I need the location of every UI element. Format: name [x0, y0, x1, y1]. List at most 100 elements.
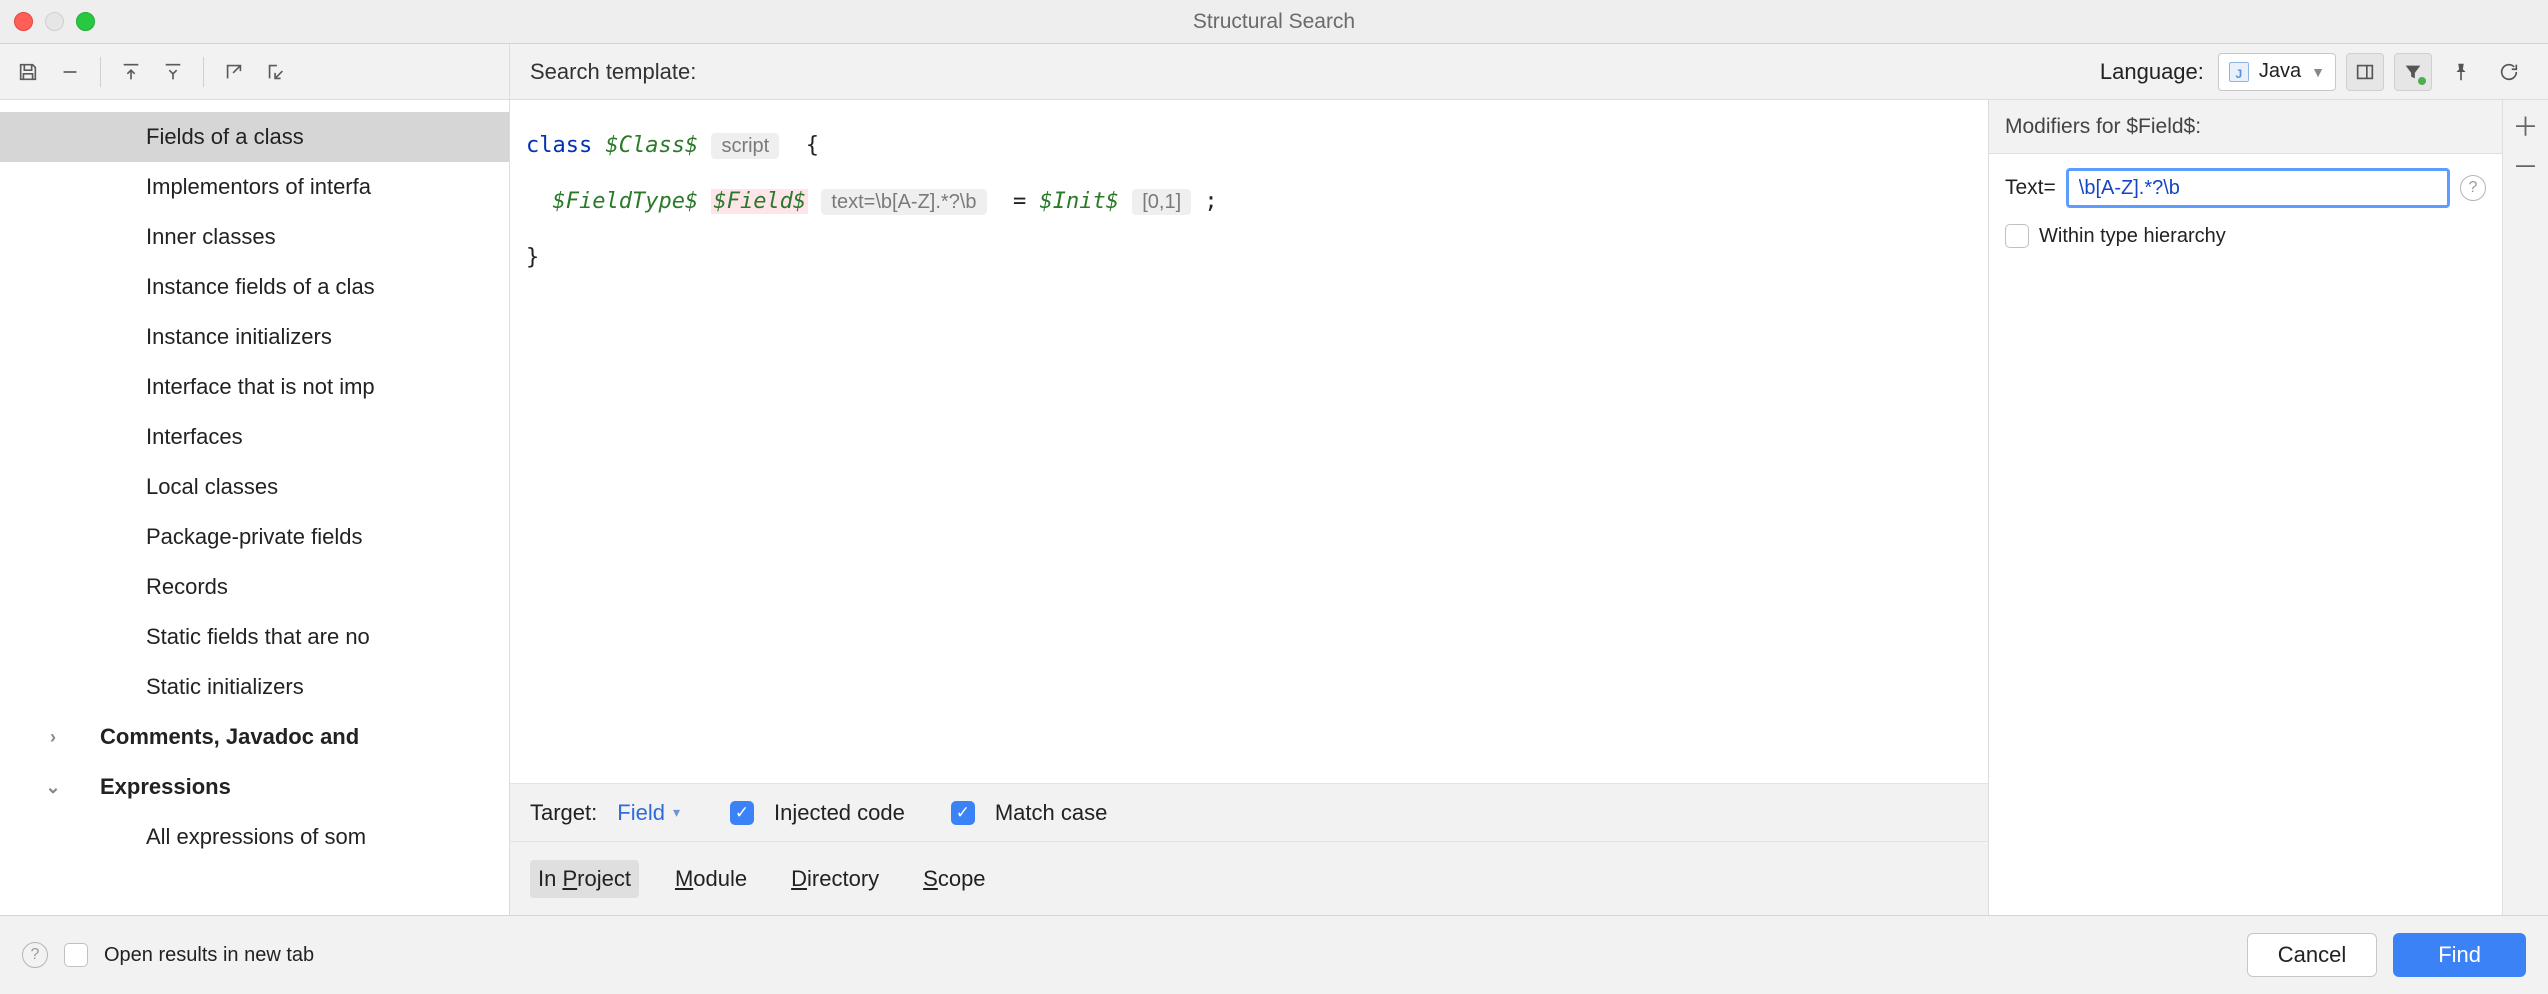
expand-all-icon[interactable]: [113, 54, 149, 90]
tree-category[interactable]: › Comments, Javadoc and: [0, 712, 509, 762]
tree-item-label: Interface that is not imp: [146, 374, 375, 400]
code-eq: =: [1013, 189, 1026, 214]
code-badge-script[interactable]: script: [711, 133, 779, 159]
tree-category[interactable]: ⌄ Expressions: [0, 762, 509, 812]
tree-item-label: Records: [146, 574, 228, 600]
code-var-fieldtype[interactable]: $FieldType$: [553, 189, 699, 214]
modifier-text-label: Text=: [2005, 176, 2056, 200]
tree-item[interactable]: Static initializers: [0, 662, 509, 712]
chevron-down-icon[interactable]: ⌄: [42, 777, 64, 798]
remove-template-icon[interactable]: [52, 54, 88, 90]
export-icon[interactable]: [216, 54, 252, 90]
tree-item-label: Instance fields of a clas: [146, 274, 375, 300]
code-editor[interactable]: class $Class$ script { $FieldType$ $Fiel…: [510, 100, 1988, 783]
search-template-label: Search template:: [530, 59, 696, 85]
chevron-down-icon: ▼: [2311, 64, 2325, 80]
code-brace-open: {: [806, 133, 819, 158]
language-value: Java: [2259, 60, 2301, 83]
save-template-icon[interactable]: [10, 54, 46, 90]
content: Fields of a class Implementors of interfa…: [0, 44, 2548, 916]
code-var-init[interactable]: $Init$: [1040, 189, 1119, 214]
tree-item-label: Interfaces: [146, 424, 243, 450]
within-hierarchy-checkbox[interactable]: [2005, 224, 2029, 248]
target-label: Target:: [530, 800, 597, 826]
filter-icon[interactable]: [2394, 53, 2432, 91]
remove-modifier-button[interactable]: －: [2511, 150, 2541, 180]
tree-item-label: Package-private fields: [146, 524, 362, 550]
code-semi: ;: [1204, 189, 1217, 214]
toolbar-separator: [100, 57, 101, 87]
target-row: Target: Field ▾ Injected code Match case: [510, 783, 1988, 841]
close-window-button[interactable]: [14, 12, 33, 31]
code-var-field[interactable]: $Field$: [711, 189, 808, 214]
window-controls: [14, 12, 95, 31]
collapse-all-icon[interactable]: [155, 54, 191, 90]
tree-item[interactable]: Instance initializers: [0, 312, 509, 362]
open-new-tab-checkbox[interactable]: [64, 943, 88, 967]
find-button[interactable]: Find: [2393, 933, 2526, 977]
code-var-class[interactable]: $Class$: [605, 133, 698, 158]
cancel-button[interactable]: Cancel: [2247, 933, 2377, 977]
tree-item[interactable]: Fields of a class: [0, 112, 509, 162]
refresh-icon[interactable]: [2490, 53, 2528, 91]
footer: ? Open results in new tab Cancel Find: [0, 916, 2548, 994]
templates-tree[interactable]: Fields of a class Implementors of interfa…: [0, 100, 509, 915]
code-keyword: class: [526, 133, 592, 158]
modifiers-side-toolbar: ＋ －: [2502, 100, 2548, 915]
minimize-window-button[interactable]: [45, 12, 64, 31]
language-label: Language:: [2100, 59, 2204, 85]
chevron-down-icon: ▾: [673, 804, 680, 821]
language-select[interactable]: J Java ▼: [2218, 53, 2336, 91]
templates-toolbar: [0, 44, 509, 100]
add-modifier-button[interactable]: ＋: [2511, 110, 2541, 140]
scope-tabs: In Project Module Directory Scope: [510, 841, 1988, 915]
scope-tab[interactable]: Directory: [783, 860, 887, 898]
tree-item-label: All expressions of som: [146, 824, 366, 850]
toolbar-separator: [203, 57, 204, 87]
tree-item-label: Static fields that are no: [146, 624, 370, 650]
scope-tab[interactable]: In Project: [530, 860, 639, 898]
import-icon[interactable]: [258, 54, 294, 90]
match-case-checkbox[interactable]: [951, 801, 975, 825]
tree-item[interactable]: All expressions of som: [0, 812, 509, 862]
match-case-label: Match case: [995, 800, 1108, 826]
tree-item[interactable]: Package-private fields: [0, 512, 509, 562]
tree-item[interactable]: Static fields that are no: [0, 612, 509, 662]
code-brace-close: }: [526, 245, 539, 270]
editor-panel: Search template: Language: J Java ▼: [510, 44, 2548, 915]
titlebar: Structural Search: [0, 0, 2548, 44]
tree-item[interactable]: Instance fields of a clas: [0, 262, 509, 312]
window-title: Structural Search: [1193, 10, 1355, 34]
code-badge-count[interactable]: [0,1]: [1132, 189, 1191, 215]
scope-tab[interactable]: Module: [667, 860, 755, 898]
tree-item[interactable]: Records: [0, 562, 509, 612]
tree-item[interactable]: Inner classes: [0, 212, 509, 262]
modifier-text-input[interactable]: [2066, 168, 2450, 208]
scope-tab[interactable]: Scope: [915, 860, 993, 898]
zoom-window-button[interactable]: [76, 12, 95, 31]
toggle-panel-icon[interactable]: [2346, 53, 2384, 91]
editor-wrap: class $Class$ script { $FieldType$ $Fiel…: [510, 100, 1988, 915]
modifiers-header: Modifiers for $Field$:: [1989, 100, 2502, 154]
injected-code-checkbox[interactable]: [730, 801, 754, 825]
within-hierarchy-label: Within type hierarchy: [2039, 225, 2226, 248]
tree-item-label: Static initializers: [146, 674, 304, 700]
help-icon[interactable]: ?: [22, 942, 48, 968]
tree-item-label: Fields of a class: [146, 124, 304, 150]
target-select[interactable]: Field ▾: [617, 800, 680, 826]
help-icon[interactable]: ?: [2460, 175, 2486, 201]
code-badge-text[interactable]: text=\b[A-Z].*?\b: [821, 189, 986, 215]
modifiers-body: Text= ? Within type hierarchy: [1989, 154, 2502, 915]
editor-and-modifiers: class $Class$ script { $FieldType$ $Fiel…: [510, 100, 2548, 915]
tree-item[interactable]: Implementors of interfa: [0, 162, 509, 212]
tree-item-label: Implementors of interfa: [146, 174, 371, 200]
tree-item-label: Comments, Javadoc and: [100, 724, 359, 750]
tree-item[interactable]: Local classes: [0, 462, 509, 512]
tree-item[interactable]: Interface that is not imp: [0, 362, 509, 412]
pin-icon[interactable]: [2442, 53, 2480, 91]
injected-code-label: Injected code: [774, 800, 905, 826]
tree-item-label: Expressions: [100, 774, 231, 800]
chevron-right-icon[interactable]: ›: [42, 727, 64, 748]
tree-item[interactable]: Interfaces: [0, 412, 509, 462]
tree-item-label: Inner classes: [146, 224, 276, 250]
